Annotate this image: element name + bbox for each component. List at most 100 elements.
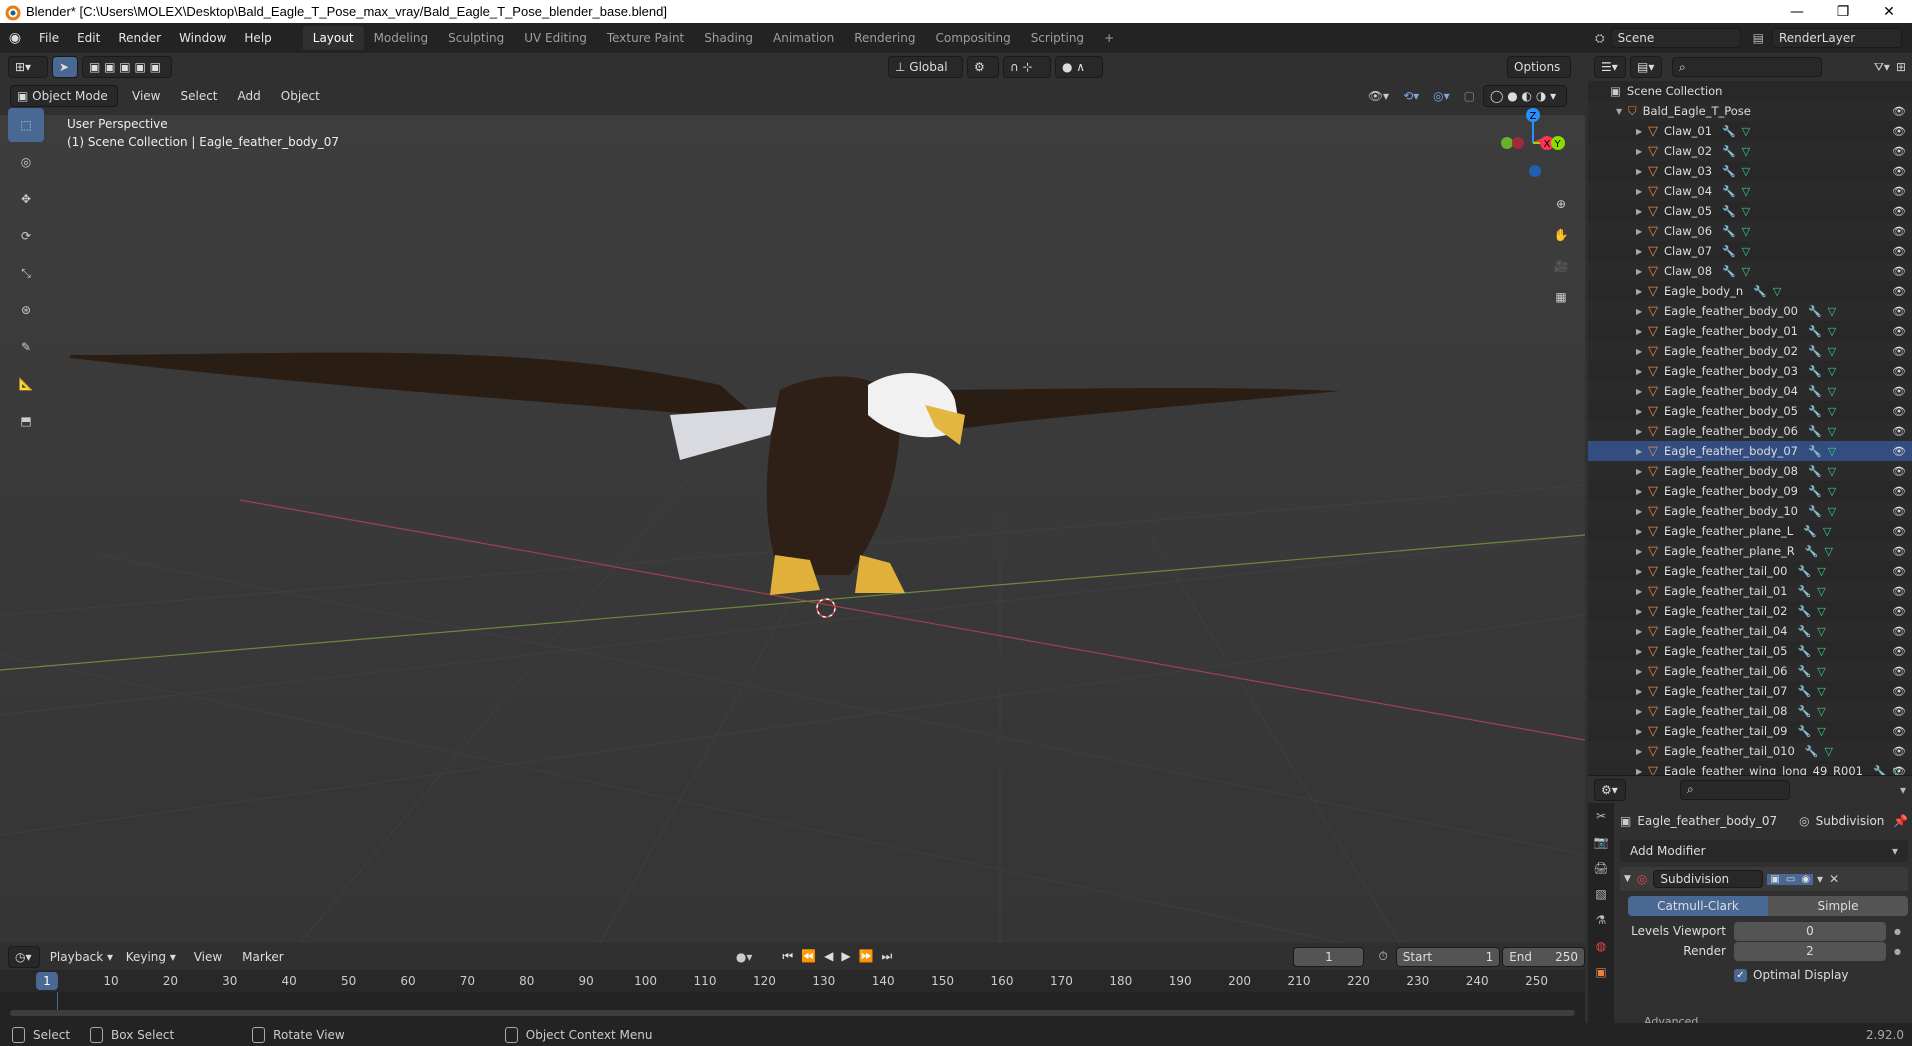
modifier-wrench-icon[interactable]: 🔧 — [1808, 305, 1822, 318]
output-tab-icon[interactable]: 🖨 — [1588, 855, 1614, 881]
expand-right-icon[interactable]: ▶ — [1636, 127, 1648, 136]
rotate-tool-icon[interactable]: ⟳ — [8, 219, 44, 253]
expand-down-icon[interactable]: ▼ — [1616, 107, 1628, 116]
modifier-wrench-icon[interactable]: 🔧 — [1722, 225, 1736, 238]
expand-right-icon[interactable]: ▶ — [1636, 407, 1648, 416]
mesh-data-icon[interactable]: ▽ — [1828, 305, 1836, 318]
eye-icon[interactable]: 👁 — [1892, 745, 1906, 758]
workspace-tab-animation[interactable]: Animation — [763, 26, 844, 50]
outliner-object-row[interactable]: ▶ ▽ Eagle_body_n 🔧 ▽ 👁 — [1588, 281, 1912, 301]
gizmo-toggle-icon[interactable]: ⟲▾ — [1403, 89, 1419, 103]
eye-icon[interactable]: 👁 — [1892, 105, 1906, 118]
render-layer-selector[interactable]: RenderLayer — [1772, 28, 1902, 48]
modifier-wrench-icon[interactable]: 🔧 — [1798, 665, 1812, 678]
menu-edit[interactable]: Edit — [68, 31, 109, 45]
catmull-clark-button[interactable]: Catmull-Clark — [1628, 896, 1768, 916]
render-tab-icon[interactable]: 📷 — [1588, 829, 1614, 855]
eye-icon[interactable]: 👁 — [1892, 445, 1906, 458]
expand-right-icon[interactable]: ▶ — [1636, 607, 1648, 616]
mesh-data-icon[interactable]: ▽ — [1828, 325, 1836, 338]
modifier-wrench-icon[interactable]: 🔧 — [1798, 605, 1812, 618]
scene-tab-icon[interactable]: ⚗ — [1588, 907, 1614, 933]
outliner-object-row[interactable]: ▶ ▽ Eagle_feather_tail_00 🔧 ▽ 👁 — [1588, 561, 1912, 581]
expand-right-icon[interactable]: ▶ — [1636, 287, 1648, 296]
object-mode-dropdown[interactable]: ▣ Object Mode — [10, 84, 118, 107]
outliner-object-row[interactable]: ▶ ▽ Eagle_feather_body_02 🔧 ▽ 👁 — [1588, 341, 1912, 361]
modifier-name-field[interactable]: Subdivision — [1653, 870, 1764, 888]
workspace-tab-scripting[interactable]: Scripting — [1021, 26, 1094, 50]
options-dropdown[interactable]: Options — [1507, 55, 1571, 78]
playback-menu[interactable]: Playback ▾ — [44, 946, 116, 968]
expand-right-icon[interactable]: ▶ — [1636, 547, 1648, 556]
eye-icon[interactable]: 👁 — [1892, 625, 1906, 638]
outliner-object-row[interactable]: ▶ ▽ Claw_06 🔧 ▽ 👁 — [1588, 221, 1912, 241]
outliner-object-row[interactable]: ▶ ▽ Eagle_feather_body_08 🔧 ▽ 👁 — [1588, 461, 1912, 481]
expand-right-icon[interactable]: ▶ — [1636, 627, 1648, 636]
outliner-object-row[interactable]: ▶ ▽ Eagle_feather_tail_07 🔧 ▽ 👁 — [1588, 681, 1912, 701]
eye-icon[interactable]: 👁 — [1892, 225, 1906, 238]
eye-icon[interactable]: 👁 — [1892, 245, 1906, 258]
outliner-object-row[interactable]: ▶ ▽ Eagle_feather_tail_04 🔧 ▽ 👁 — [1588, 621, 1912, 641]
blender-menu-icon[interactable]: ◉ — [0, 30, 30, 46]
mesh-data-icon[interactable]: ▽ — [1825, 545, 1833, 558]
expand-right-icon[interactable]: ▶ — [1636, 447, 1648, 456]
workspace-tab-uv-editing[interactable]: UV Editing — [514, 26, 597, 50]
optimal-display-checkbox[interactable]: ✓ — [1734, 968, 1747, 982]
properties-search-input[interactable]: ⌕ — [1680, 779, 1790, 800]
mesh-data-icon[interactable]: ▽ — [1828, 405, 1836, 418]
expand-right-icon[interactable]: ▶ — [1636, 307, 1648, 316]
outliner-editor-type[interactable]: ☰▾ — [1594, 56, 1626, 78]
outliner-object-row[interactable]: ▶ ▽ Eagle_feather_body_00 🔧 ▽ 👁 — [1588, 301, 1912, 321]
outliner-object-row[interactable]: ▶ ▽ Eagle_feather_body_01 🔧 ▽ 👁 — [1588, 321, 1912, 341]
eye-icon[interactable]: 👁 — [1892, 545, 1906, 558]
timeline-scrollbar[interactable] — [10, 1010, 1575, 1016]
mesh-data-icon[interactable]: ▽ — [1742, 145, 1750, 158]
mesh-data-icon[interactable]: ▽ — [1817, 665, 1825, 678]
modifier-wrench-icon[interactable]: 🔧 — [1798, 705, 1812, 718]
eye-icon[interactable]: 👁 — [1892, 385, 1906, 398]
expand-right-icon[interactable]: ▶ — [1636, 687, 1648, 696]
expand-right-icon[interactable]: ▶ — [1636, 667, 1648, 676]
keyframe-dot-icon[interactable]: ● — [1894, 947, 1901, 956]
eagle-model[interactable] — [70, 352, 1340, 595]
mesh-data-icon[interactable]: ▽ — [1742, 125, 1750, 138]
mesh-data-icon[interactable]: ▽ — [1828, 385, 1836, 398]
expand-right-icon[interactable]: ▶ — [1636, 147, 1648, 156]
properties-editor-type[interactable]: ⚙▾ — [1594, 778, 1626, 801]
expand-right-icon[interactable]: ▶ — [1636, 507, 1648, 516]
outliner-object-row[interactable]: ▶ ▽ Claw_04 🔧 ▽ 👁 — [1588, 181, 1912, 201]
viewport-menu-select[interactable]: Select — [170, 89, 227, 103]
outliner-object-row[interactable]: ▶ ▽ Claw_08 🔧 ▽ 👁 — [1588, 261, 1912, 281]
menu-render[interactable]: Render — [109, 31, 170, 45]
editor-type-button[interactable]: ⊞▾ — [8, 55, 48, 78]
viewport-menu-add[interactable]: Add — [228, 89, 271, 103]
menu-file[interactable]: File — [30, 31, 68, 45]
modifier-wrench-icon[interactable]: 🔧 — [1722, 265, 1736, 278]
modifier-wrench-icon[interactable]: 🔧 — [1798, 625, 1812, 638]
modifier-wrench-icon[interactable]: 🔧 — [1808, 465, 1822, 478]
advanced-subpanel[interactable]: Advanced — [1644, 1015, 1698, 1023]
playhead[interactable]: 1 — [36, 972, 58, 990]
render-toggle-icon[interactable]: ◉ — [1798, 873, 1814, 885]
playback-controls[interactable]: ⏮⏪◀▶⏩⏭ — [782, 949, 900, 964]
mesh-data-icon[interactable]: ▽ — [1817, 685, 1825, 698]
simple-button[interactable]: Simple — [1768, 896, 1908, 916]
outliner-object-row[interactable]: ▶ ▽ Eagle_feather_tail_02 🔧 ▽ 👁 — [1588, 601, 1912, 621]
expand-right-icon[interactable]: ▶ — [1636, 427, 1648, 436]
keying-menu[interactable]: Keying ▾ — [120, 946, 180, 968]
select-mode-button[interactable]: ➤ — [52, 55, 78, 78]
edit-mode-toggle-icon[interactable]: ▣ — [1767, 873, 1783, 885]
mesh-data-icon[interactable]: ▽ — [1828, 365, 1836, 378]
eye-icon[interactable]: 👁 — [1892, 405, 1906, 418]
workspace-tab-layout[interactable]: Layout — [302, 26, 364, 50]
view-layer-tab-icon[interactable]: ▧ — [1588, 881, 1614, 907]
outliner-object-row[interactable]: ▶ ▽ Eagle_feather_body_05 🔧 ▽ 👁 — [1588, 401, 1912, 421]
expand-right-icon[interactable]: ▶ — [1636, 187, 1648, 196]
modifier-wrench-icon[interactable]: 🔧 — [1808, 385, 1822, 398]
eye-icon[interactable]: 👁 — [1892, 645, 1906, 658]
menu-window[interactable]: Window — [170, 31, 235, 45]
eye-icon[interactable]: 👁 — [1892, 125, 1906, 138]
modifier-wrench-icon[interactable]: 🔧 — [1808, 425, 1822, 438]
mesh-data-icon[interactable]: ▽ — [1773, 285, 1781, 298]
mesh-data-icon[interactable]: ▽ — [1828, 425, 1836, 438]
